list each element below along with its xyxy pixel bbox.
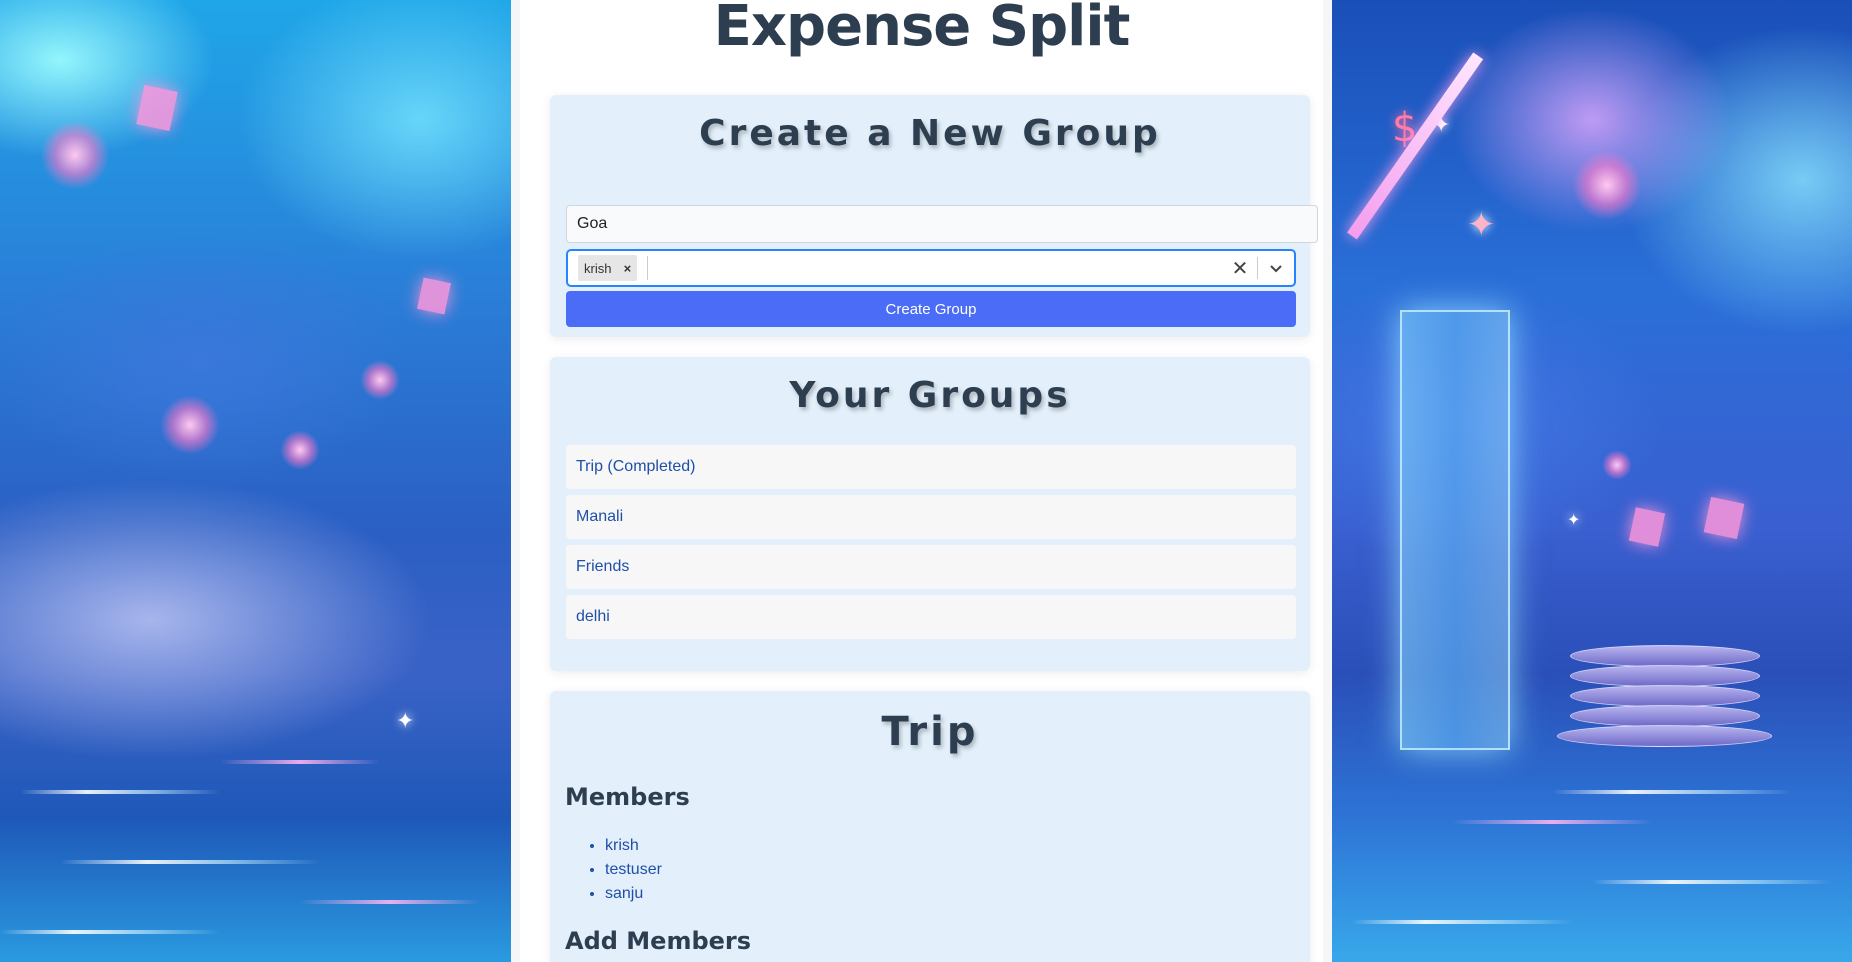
coin-stack: [1570, 665, 1760, 687]
create-group-card: Create a New Group krish × ✕ Create Grou…: [550, 95, 1318, 337]
group-item-delhi[interactable]: delhi: [566, 595, 1296, 639]
glow-dot: [40, 120, 110, 190]
chevron-down-icon[interactable]: [1258, 251, 1294, 285]
group-item-trip[interactable]: Trip (Completed): [566, 445, 1296, 489]
floating-cube: [416, 277, 452, 315]
trend-arrow: [1347, 52, 1484, 240]
glow-dot: [1602, 450, 1632, 480]
light-streak: [1552, 790, 1792, 794]
floating-cube: [1628, 507, 1666, 547]
group-detail-card: Trip Members krish testuser sanju Add Me…: [550, 691, 1310, 962]
members-heading: Members: [565, 783, 690, 811]
group-name-input[interactable]: [566, 205, 1318, 243]
sparkle-icon: ✦: [1467, 206, 1496, 244]
floating-cube: [136, 84, 178, 132]
coin-stack: [1570, 685, 1760, 707]
coin-stack: [1570, 645, 1760, 667]
member-item: testuser: [605, 858, 662, 882]
light-streak: [300, 900, 480, 904]
clear-icon[interactable]: ✕: [1223, 251, 1257, 285]
light-streak: [1352, 920, 1572, 924]
your-groups-title: Your Groups: [789, 375, 1071, 416]
create-group-button[interactable]: Create Group: [566, 291, 1296, 327]
light-streak: [60, 860, 320, 864]
light-streak: [0, 930, 220, 934]
app-container: Expense Split Create a New Group krish ×…: [511, 0, 1332, 962]
light-streak: [220, 760, 380, 764]
light-streak: [20, 790, 220, 794]
glass-tower: [1400, 310, 1510, 750]
member-select[interactable]: krish × ✕: [566, 249, 1296, 287]
background-right: $ ✦ ✦ ✦: [1332, 0, 1852, 962]
background-left: ✦: [0, 0, 511, 962]
chip-remove-icon[interactable]: ×: [617, 255, 637, 281]
member-item: krish: [605, 834, 662, 858]
glow-dot: [160, 395, 220, 455]
glow-dot: [280, 430, 320, 470]
floating-cube: [1703, 496, 1745, 540]
group-detail-title: Trip: [881, 709, 979, 755]
selected-member-chip: krish ×: [578, 255, 638, 281]
member-item: sanju: [605, 882, 662, 906]
glow-dot: [360, 360, 400, 400]
add-members-heading: Add Members: [565, 927, 752, 955]
light-streak: [1592, 880, 1832, 884]
coin-stack: [1557, 725, 1772, 747]
group-item-friends[interactable]: Friends: [566, 545, 1296, 589]
create-group-title: Create a New Group: [699, 113, 1161, 154]
member-list: krish testuser sanju: [605, 834, 662, 906]
coin-stack: [1570, 705, 1760, 727]
sparkle-icon: ✦: [396, 708, 415, 733]
member-search-input[interactable]: [647, 256, 1223, 280]
chip-label: krish: [584, 260, 612, 276]
your-groups-card: Your Groups Trip (Completed) Manali Frie…: [550, 357, 1310, 671]
app-title: Expense Split: [713, 0, 1131, 59]
group-item-manali[interactable]: Manali: [566, 495, 1296, 539]
sparkle-icon: ✦: [1567, 512, 1581, 529]
light-streak: [1452, 820, 1652, 824]
glow-dot: [1572, 150, 1642, 220]
